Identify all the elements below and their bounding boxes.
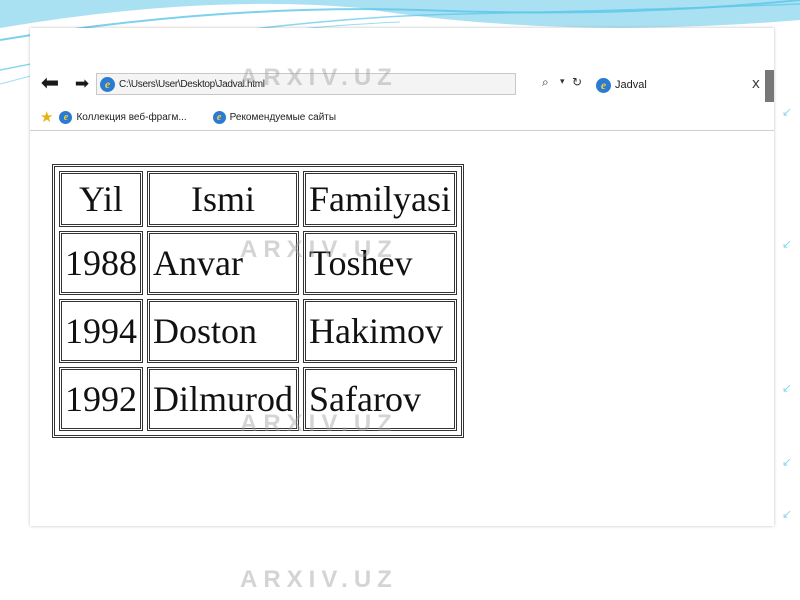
chevron-down-icon[interactable]: ▾ — [560, 77, 565, 87]
cell-surname: Safarov — [303, 367, 457, 431]
cell-name: Dilmurod — [147, 367, 299, 431]
svg-text:↙: ↙ — [782, 237, 792, 251]
cell-surname: Hakimov — [303, 299, 457, 363]
ie-icon: e — [100, 76, 115, 92]
address-url[interactable]: C:\Users\User\Desktop\Jadval.html — [119, 79, 265, 90]
page-content: Yil Ismi Familyasi 1988 Anvar Toshev 199… — [30, 132, 774, 526]
browser-window: ⬅ ➡ e C:\Users\User\Desktop\Jadval.html … — [30, 28, 774, 526]
header-name: Ismi — [147, 171, 299, 227]
favorite-item-web-slices[interactable]: e Коллекция веб-фрагм... — [59, 110, 187, 124]
tab-jadval[interactable]: e Jadval x — [594, 72, 772, 98]
cell-surname: Toshev — [303, 231, 457, 295]
svg-text:↙: ↙ — [782, 455, 792, 469]
favorite-label: Рекомендуемые сайты — [229, 111, 337, 123]
tab-title: Jadval — [615, 79, 647, 91]
cell-name: Anvar — [147, 231, 299, 295]
cell-year: 1992 — [59, 367, 143, 431]
cell-year: 1988 — [59, 231, 143, 295]
refresh-icon[interactable]: ↻ — [572, 75, 582, 89]
svg-text:↙: ↙ — [782, 507, 792, 521]
ie-icon: e — [596, 77, 611, 93]
svg-text:↙: ↙ — [782, 105, 792, 119]
back-arrow-icon[interactable]: ⬅ — [38, 72, 62, 98]
forward-arrow-icon[interactable]: ➡ — [70, 72, 94, 98]
favorite-label: Коллекция веб-фрагм... — [76, 111, 187, 123]
table-row: 1988 Anvar Toshev — [59, 231, 457, 295]
cell-year: 1994 — [59, 299, 143, 363]
cell-name: Doston — [147, 299, 299, 363]
ie-icon: e — [59, 110, 73, 124]
ie-icon: e — [212, 110, 226, 124]
table-row: 1992 Dilmurod Safarov — [59, 367, 457, 431]
svg-text:↙: ↙ — [782, 381, 792, 395]
address-bar[interactable]: e C:\Users\User\Desktop\Jadval.html — [96, 73, 516, 95]
scrollbar[interactable] — [765, 70, 774, 102]
table-header-row: Yil Ismi Familyasi — [59, 171, 457, 227]
watermark: ARXIV.UZ — [240, 566, 398, 593]
browser-toolbar: ⬅ ➡ e C:\Users\User\Desktop\Jadval.html … — [30, 72, 774, 100]
table-row: 1994 Doston Hakimov — [59, 299, 457, 363]
close-icon[interactable]: x — [752, 76, 760, 92]
favorites-bar: ★ e Коллекция веб-фрагм... e Рекомендуем… — [30, 104, 774, 131]
header-surname: Familyasi — [303, 171, 457, 227]
favorites-star-icon[interactable]: ★ — [40, 108, 53, 126]
header-year: Yil — [59, 171, 143, 227]
data-table: Yil Ismi Familyasi 1988 Anvar Toshev 199… — [52, 164, 464, 438]
search-icon[interactable]: ⌕ — [542, 75, 549, 90]
favorite-item-suggested-sites[interactable]: e Рекомендуемые сайты — [212, 110, 337, 124]
